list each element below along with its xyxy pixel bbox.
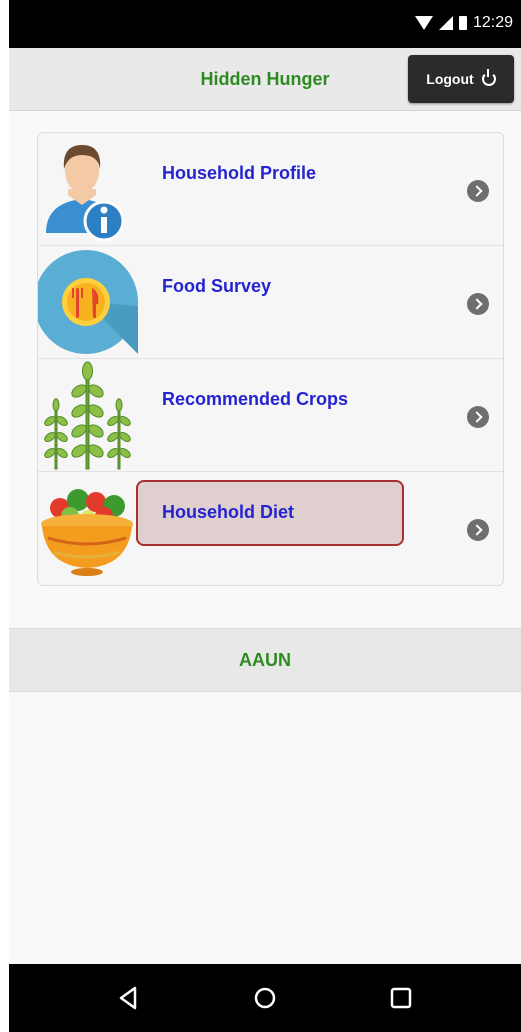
- menu-item-food-survey[interactable]: Food Survey: [38, 246, 503, 359]
- chevron-right-icon: [467, 519, 489, 541]
- signal-icon: [438, 16, 453, 30]
- app-header: Hidden Hunger Logout: [9, 48, 521, 111]
- status-time: 12:29: [472, 14, 513, 31]
- system-nav-bar: [9, 964, 521, 1032]
- menu-item-label: Household Diet: [162, 502, 295, 522]
- chevron-right-icon: [467, 406, 489, 428]
- menu-item-household-diet[interactable]: Household Diet: [38, 472, 503, 584]
- logout-button[interactable]: Logout: [408, 55, 514, 103]
- chevron-right-icon: [467, 180, 489, 202]
- home-icon[interactable]: [251, 984, 279, 1012]
- menu-item-label: Household Profile: [162, 163, 317, 183]
- chevron-right-icon: [467, 293, 489, 315]
- menu-item-label: Food Survey: [162, 276, 272, 296]
- back-icon[interactable]: [115, 984, 143, 1012]
- footer-band: AAUN: [9, 628, 521, 692]
- menu-list: Household Profile Food Survey Recommende…: [37, 132, 504, 586]
- menu-item-recommended-crops[interactable]: Recommended Crops: [38, 359, 503, 472]
- wifi-icon: [414, 16, 433, 30]
- status-icons: 12:29: [414, 14, 513, 32]
- power-icon: [481, 69, 496, 86]
- wheat-icon: [44, 361, 131, 470]
- salad-bowl-icon: [41, 489, 133, 576]
- battery-icon: [458, 16, 467, 30]
- recents-icon[interactable]: [387, 984, 415, 1012]
- footer-text: AAUN: [239, 650, 291, 670]
- logout-label: Logout: [426, 71, 474, 87]
- user-info-icon: [46, 145, 125, 242]
- fork-knife-icon: [38, 250, 138, 354]
- menu-item-household-profile[interactable]: Household Profile: [38, 133, 503, 246]
- menu-item-label: Recommended Crops: [162, 389, 349, 409]
- phone-screen: 12:29 Hidden Hunger Logout Household Pro…: [9, 0, 521, 1032]
- status-bar: 12:29: [9, 0, 521, 48]
